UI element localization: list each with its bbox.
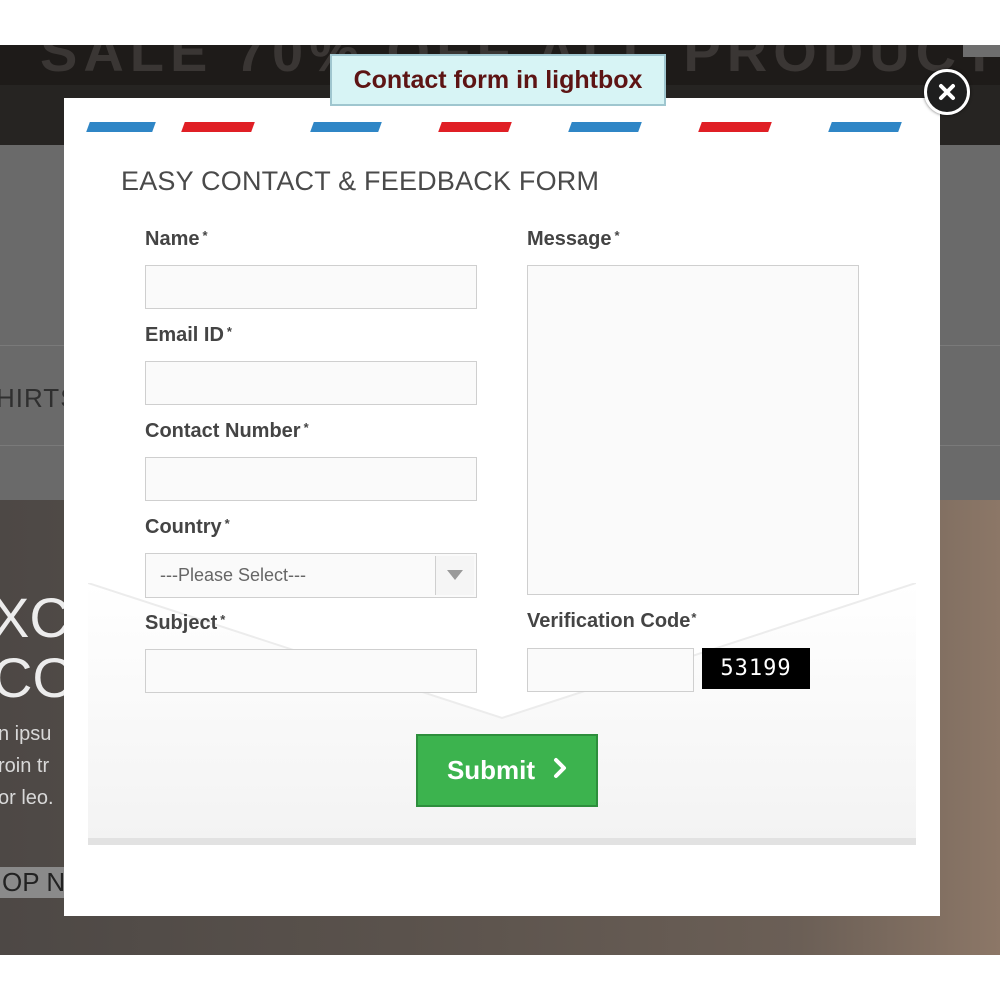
name-input[interactable]: [145, 265, 477, 309]
required-mark: *: [303, 420, 309, 435]
message-textarea[interactable]: [527, 265, 859, 595]
required-mark: *: [220, 612, 226, 627]
verification-code-label: Verification Code*: [527, 610, 696, 633]
verification-code-input[interactable]: [527, 648, 694, 692]
contact-number-input[interactable]: [145, 457, 477, 501]
country-select-toggle[interactable]: [435, 556, 474, 595]
stripe-blue: [828, 122, 902, 132]
contact-number-label-text: Contact Number: [145, 420, 301, 442]
form-title: EASY CONTACT & FEEDBACK FORM: [121, 166, 600, 196]
close-button[interactable]: [924, 69, 970, 115]
country-label: Country *: [145, 516, 230, 539]
stripe-red: [438, 122, 512, 132]
background-hero-title-line1: XC: [0, 586, 70, 649]
submit-button-label: Submit: [446, 755, 536, 785]
name-label: Name *: [145, 228, 208, 251]
contact-number-label: Contact Number *: [145, 420, 309, 443]
message-label-text: Message: [527, 228, 612, 250]
message-label: Message *: [527, 228, 620, 251]
required-mark: *: [691, 610, 697, 625]
stripe-red: [698, 122, 772, 132]
background-shop-button: OP N: [0, 867, 72, 898]
stripe-blue: [310, 122, 382, 132]
background-hero-text-line1: n ipsu: [0, 723, 52, 745]
stripe-blue: [86, 122, 156, 132]
chevron-right-icon: [553, 755, 567, 786]
subject-label: Subject *: [145, 612, 225, 635]
stripe-red: [181, 122, 255, 132]
country-select[interactable]: ---Please Select---: [145, 553, 477, 598]
lightbox-caption: Contact form in lightbox: [330, 54, 666, 106]
airmail-stripes: [86, 122, 918, 134]
background-hero-text-line3: or leo.: [0, 787, 54, 809]
stripe-blue: [568, 122, 642, 132]
chevron-down-icon: [447, 570, 463, 580]
background-hero-text-line2: roin tr: [0, 755, 50, 777]
background-corner-box: [963, 45, 1000, 57]
email-label: Email ID *: [145, 324, 232, 347]
required-mark: *: [614, 228, 620, 243]
required-mark: *: [226, 324, 232, 339]
contact-form-modal: EASY CONTACT & FEEDBACK FORM Name * Email…: [64, 98, 940, 916]
subject-input[interactable]: [145, 649, 477, 693]
verification-code-label-text: Verification Code: [527, 610, 691, 632]
country-label-text: Country: [145, 516, 222, 538]
close-icon: [939, 84, 955, 100]
subject-label-text: Subject: [145, 612, 218, 634]
email-label-text: Email ID: [145, 324, 224, 346]
name-label-text: Name: [145, 228, 200, 250]
country-select-value: ---Please Select---: [160, 565, 307, 585]
required-mark: *: [224, 516, 230, 531]
email-input[interactable]: [145, 361, 477, 405]
captcha-image: 53199: [702, 648, 810, 689]
submit-button[interactable]: Submit: [416, 734, 598, 807]
required-mark: *: [202, 228, 208, 243]
